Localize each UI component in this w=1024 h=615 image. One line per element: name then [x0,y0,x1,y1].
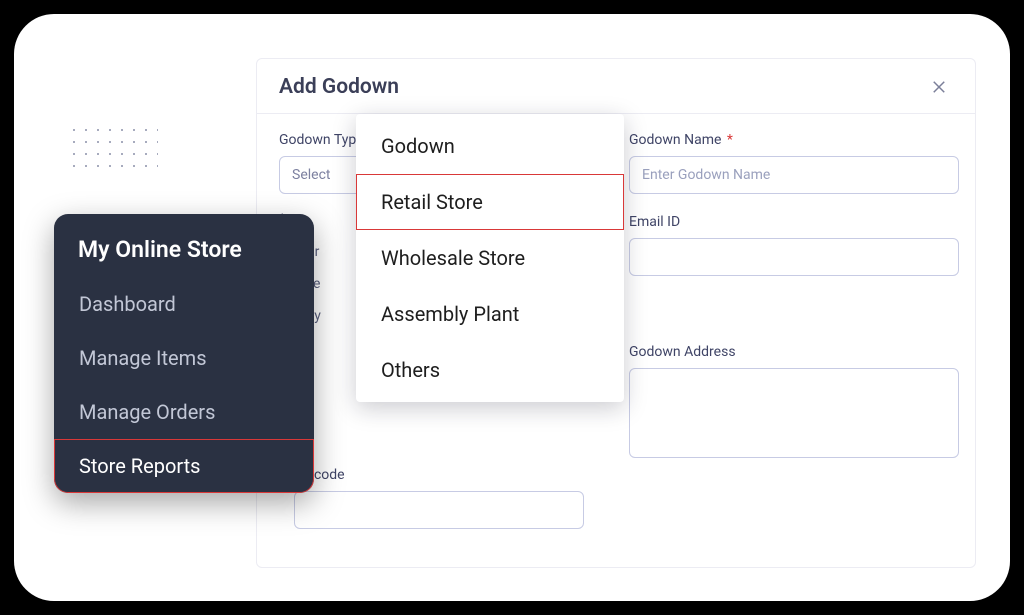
email-group: Email ID [629,214,959,276]
pincode-input[interactable] [294,491,584,529]
godown-name-group: Godown Name * [629,132,959,194]
address-input[interactable] [629,368,959,458]
label-text: Godown Type [279,132,364,148]
godown-name-input[interactable] [629,156,959,194]
email-input[interactable] [629,238,959,276]
email-label: Email ID [629,214,959,230]
dropdown-option[interactable]: Others [356,342,624,398]
sidebar-title: My Online Store [54,214,314,277]
app-canvas: Add Godown Godown Type * Select [14,14,1010,601]
address-group: Godown Address [629,344,959,462]
sidebar-item[interactable]: Store Reports [54,439,314,493]
modal-title: Add Godown [279,75,399,99]
sidebar-item[interactable]: Manage Orders [54,385,314,439]
dropdown-option[interactable]: Retail Store [356,174,624,230]
address-label: Godown Address [629,344,959,360]
sidebar-item[interactable]: Dashboard [54,277,314,331]
sidebar-item[interactable]: Manage Items [54,331,314,385]
form-right-column: Godown Name * Email ID Godown Address [629,132,959,482]
label-text: Godown Name [629,132,721,148]
decorative-dots [68,124,158,174]
modal-header: Add Godown [257,59,975,114]
sidebar-card: My Online Store DashboardManage ItemsMan… [54,214,314,493]
dropdown-option[interactable]: Wholesale Store [356,230,624,286]
dropdown-option[interactable]: Assembly Plant [356,286,624,342]
close-icon [930,78,948,96]
close-button[interactable] [925,73,953,101]
pincode-group: Pincode [294,464,584,529]
godown-name-label: Godown Name * [629,132,959,148]
godown-type-dropdown: GodownRetail StoreWholesale StoreAssembl… [356,114,624,402]
required-mark: * [727,132,733,148]
dropdown-option[interactable]: Godown [356,118,624,174]
